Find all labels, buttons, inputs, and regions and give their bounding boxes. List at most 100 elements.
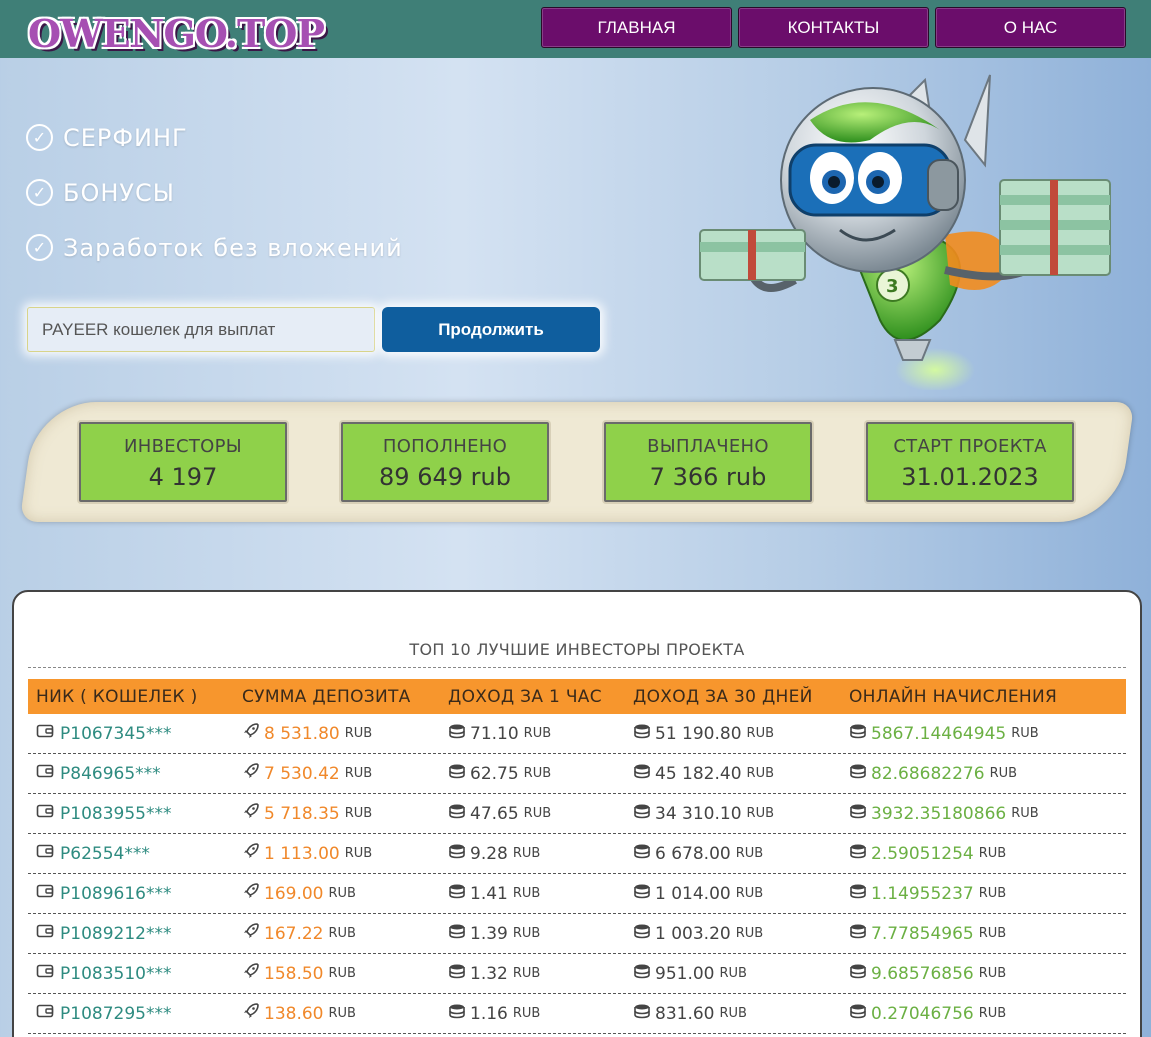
cell-deposit: 1 113.00 RUB [234,843,440,864]
wallet-icon [36,763,54,784]
income-hour: 1.41 [470,883,508,904]
table-row: P1067345*** 8 531.80 RUB 71.10 RUB 51 190.80 R… [28,714,1126,754]
income-30-days: 831.60 [655,1003,715,1024]
coins-icon [448,923,466,944]
cell-income-30-days: 51 190.80 RUB [625,723,841,744]
payeer-wallet-input[interactable] [27,307,375,352]
header-nick: НИК ( КОШЕЛЕК ) [36,686,198,707]
investor-nick: P1067345*** [60,723,172,744]
currency-unit: RUB [512,846,541,861]
deposit-amount: 7 530.42 [264,763,340,784]
investor-nick: P1083510*** [60,963,172,984]
currency-unit: RUB [978,966,1007,981]
coins-icon [849,923,867,944]
income-30-days: 1 014.00 [655,883,731,904]
cell-online-accrual: 7.77854965 RUB [841,923,1126,944]
cell-income-hour: 1.32 RUB [440,963,625,984]
currency-unit: RUB [512,1006,541,1021]
rocket-icon [242,883,260,904]
cell-online-accrual: 9.68576856 RUB [841,963,1126,984]
cell-income-30-days: 1 014.00 RUB [625,883,841,904]
currency-unit: RUB [746,806,774,821]
header-online-accrual: ОНЛАЙН НАЧИСЛЕНИЯ [849,686,1058,707]
online-accrual: 0.27046756 [871,1003,974,1024]
cell-deposit: 8 531.80 RUB [234,723,440,744]
stat-label: ВЫПЛАЧЕНО [647,436,769,457]
income-hour: 71.10 [470,723,519,744]
cell-income-hour: 1.41 RUB [440,883,625,904]
table-row: P1083955*** 5 718.35 RUB 47.65 RUB 34 310.10 R… [28,794,1126,834]
check-badge-icon: ✓ [26,179,53,206]
svg-text:3: 3 [886,276,899,297]
cell-income-30-days: 951.00 RUB [625,963,841,984]
deposit-amount: 8 531.80 [264,723,340,744]
cell-deposit: 5 718.35 RUB [234,803,440,824]
stat-value: 31.01.2023 [901,463,1039,491]
stat-label: СТАРТ ПРОЕКТА [893,436,1047,457]
investor-nick: P1089616*** [60,883,172,904]
currency-unit: RUB [344,766,373,781]
investor-nick: P1089212*** [60,923,172,944]
currency-unit: RUB [523,726,552,741]
currency-unit: RUB [978,886,1007,901]
rocket-icon [242,763,260,784]
rocket-icon [242,843,260,864]
table-row: P846965*** 7 530.42 RUB 62.75 RUB 45 182.40 RU… [28,754,1126,794]
income-30-days: 45 182.40 [655,763,742,784]
investors-table-body: P1067345*** 8 531.80 RUB 71.10 RUB 51 190.80 R… [28,714,1126,1034]
nav-about-button[interactable]: О НАС [935,7,1126,48]
income-30-days: 1 003.20 [655,923,731,944]
cell-income-30-days: 831.60 RUB [625,1003,841,1024]
currency-unit: RUB [735,846,764,861]
nav-contacts-button[interactable]: КОНТАКТЫ [738,7,929,48]
cell-deposit: 169.00 RUB [234,883,440,904]
currency-unit: RUB [344,846,373,861]
feature-label: Заработок без вложений [63,233,403,262]
currency-unit: RUB [328,966,356,981]
coins-icon [633,1003,651,1024]
coins-icon [448,803,466,824]
currency-unit: RUB [1011,806,1039,821]
robot-mascot-illustration: 3 [699,74,1111,390]
deposit-amount: 138.60 [264,1003,324,1024]
currency-unit: RUB [344,806,373,821]
stat-label: ПОПОЛНЕНО [382,436,508,457]
wallet-icon [36,883,54,904]
continue-button[interactable]: Продолжить [382,307,600,352]
currency-unit: RUB [978,926,1007,941]
investor-nick: P1087295*** [60,1003,172,1024]
currency-unit: RUB [746,726,774,741]
cell-nick: P1089212*** [28,923,234,944]
coins-icon [448,763,466,784]
coins-icon [849,763,867,784]
wallet-icon [36,923,54,944]
coins-icon [633,963,651,984]
deposit-amount: 167.22 [264,923,324,944]
rocket-icon [242,1003,260,1024]
stat-project-start: СТАРТ ПРОЕКТА 31.01.2023 [866,422,1074,502]
feature-item: ✓ Заработок без вложений [26,220,403,275]
site-logo[interactable]: OWENGO.TOP [28,14,325,54]
currency-unit: RUB [344,726,373,741]
cell-income-hour: 9.28 RUB [440,843,625,864]
coins-icon [633,843,651,864]
coins-icon [633,803,651,824]
wallet-icon [36,803,54,824]
online-accrual: 3932.35180866 [871,803,1007,824]
rocket-icon [242,963,260,984]
feature-list: ✓ СЕРФИНГ ✓ БОНУСЫ ✓ Заработок без вложе… [26,110,403,275]
wallet-icon [36,963,54,984]
coins-icon [448,963,466,984]
deposit-amount: 1 113.00 [264,843,340,864]
currency-unit: RUB [523,766,552,781]
investor-nick: P1083955*** [60,803,172,824]
cell-nick: P62554*** [28,843,234,864]
income-hour: 62.75 [470,763,519,784]
currency-unit: RUB [512,886,541,901]
nav-home-button[interactable]: ГЛАВНАЯ [541,7,732,48]
cell-nick: P1067345*** [28,723,234,744]
cell-online-accrual: 2.59051254 RUB [841,843,1126,864]
feature-label: СЕРФИНГ [63,123,188,152]
currency-unit: RUB [735,926,764,941]
main-nav: ГЛАВНАЯ КОНТАКТЫ О НАС [541,7,1126,48]
